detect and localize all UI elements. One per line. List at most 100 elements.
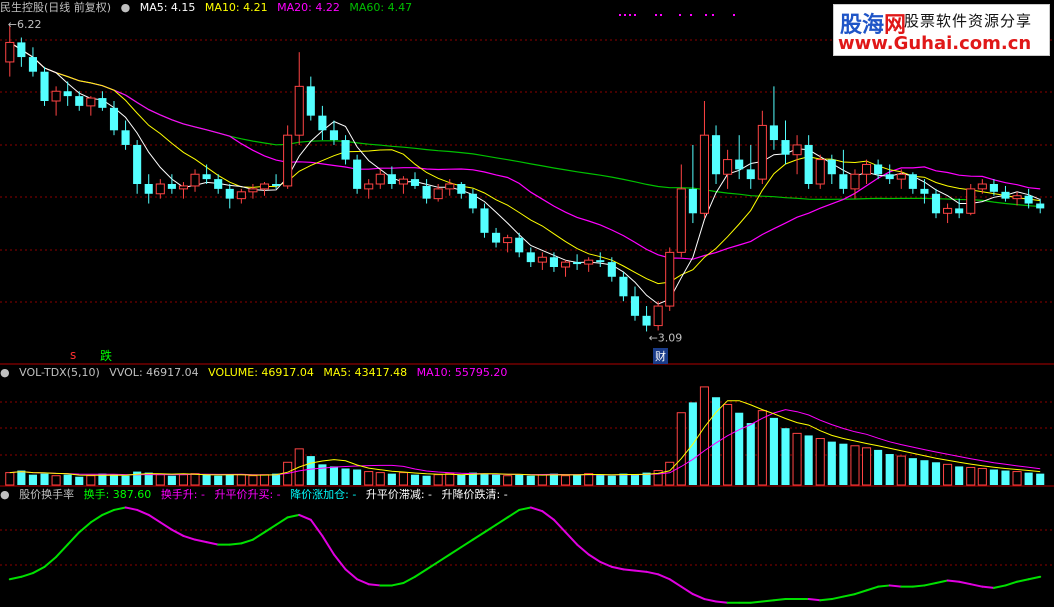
candle-body — [861, 163, 872, 175]
turnover-line-segment — [529, 506, 544, 513]
candle-body — [40, 71, 49, 101]
volume-panel-header: ● VOL-TDX(5,10) VVOL: 46917.04 VOLUME: 4… — [0, 365, 513, 381]
volume-bar — [955, 466, 964, 485]
volume-bar — [410, 474, 420, 485]
volume-bar — [503, 475, 513, 486]
site-logo[interactable]: 股海网 股票软件资源分享 www.Guhai.com.cn — [833, 4, 1050, 56]
candle-body — [248, 188, 258, 193]
candle-body — [630, 296, 640, 316]
candle-body — [874, 164, 883, 175]
turnover-line-segment — [969, 583, 984, 588]
turnover-line-segment — [483, 523, 498, 534]
turnover-line-segment — [668, 578, 683, 588]
candle-body — [896, 173, 906, 180]
turnover-line-segment — [622, 568, 636, 572]
turnover-line-segment — [136, 508, 150, 516]
volume-panel-title[interactable]: VOL-TDX(5,10) — [19, 366, 100, 379]
settings-circle-icon[interactable]: ● — [0, 488, 10, 501]
volume-bar — [769, 417, 778, 485]
signal-dot — [690, 14, 692, 16]
turnover-line-segment — [275, 516, 289, 526]
candle-body — [885, 174, 894, 180]
candle-body — [839, 174, 848, 189]
volume-bar — [121, 475, 130, 485]
volume-bar — [398, 472, 408, 486]
turnover-panel-title[interactable]: 股价换手率 — [19, 488, 74, 501]
turnover-line-segment — [657, 573, 671, 581]
turnover-line-segment — [506, 508, 521, 519]
turnover-line-segment — [691, 593, 706, 601]
turnover-line-segment — [205, 541, 220, 546]
volume-bar — [827, 441, 836, 485]
volume-bar — [699, 386, 710, 486]
candle-body — [433, 188, 443, 200]
signal-dot — [619, 14, 621, 16]
volume-bar — [202, 474, 211, 485]
volume-bar — [630, 474, 640, 485]
volume-bar — [839, 443, 848, 485]
volume-bar — [896, 455, 906, 486]
volume-bar — [214, 475, 223, 485]
turnover-line-segment — [390, 581, 405, 587]
candle-body — [75, 96, 84, 106]
turnover-line-segment — [228, 542, 243, 546]
volume-bar — [874, 449, 883, 485]
volume-bar — [480, 473, 489, 485]
turnover-line-segment — [414, 568, 428, 578]
turnover-line-segment — [981, 585, 995, 589]
rise-stall-legend: 升平价滞减: - — [365, 488, 432, 501]
turnover-line-segment — [1004, 580, 1019, 587]
candle-body — [294, 85, 304, 136]
volume-legend: VOLUME: 46917.04 — [208, 366, 314, 379]
volume-ma10-line — [9, 409, 1041, 476]
volume-bar — [272, 473, 281, 485]
candle-body — [283, 134, 293, 187]
chart-canvas[interactable]: ←6.22 ←3.09 — [0, 0, 1054, 607]
turnover-line-segment — [1027, 575, 1042, 581]
settings-circle-icon[interactable]: ● — [121, 1, 131, 14]
candle-body — [17, 42, 26, 58]
candle-body — [549, 257, 558, 267]
turnover-line-segment — [772, 598, 787, 602]
turnover-line-segment — [356, 578, 370, 586]
volume-bar — [596, 474, 605, 485]
volume-bar — [815, 438, 825, 486]
candle-body — [492, 232, 501, 243]
fall-add-legend: 降价涨加仓: - — [290, 488, 357, 501]
candle-body — [503, 237, 513, 244]
candle-body — [329, 130, 339, 141]
turnover-panel-header: ● 股价换手率 换手: 387.60 换手升: - 升平价升买: - 降价涨加仓… — [0, 487, 514, 503]
candle-body — [526, 252, 535, 263]
turnover-line-segment — [715, 600, 729, 604]
volume-bar — [433, 474, 443, 486]
turnover-line-segment — [761, 599, 775, 603]
volume-bar — [40, 473, 49, 485]
price-panel-title[interactable]: 民生控股(日线 前复权) — [0, 1, 111, 14]
signal-dot — [655, 14, 657, 16]
volume-bar — [387, 473, 396, 485]
signal-dot — [705, 14, 707, 16]
volume-bar — [306, 456, 315, 485]
candle-body — [596, 260, 605, 263]
candle-body — [515, 237, 524, 253]
turnover-line-segment — [101, 508, 115, 516]
rise-buy-legend: 升平价升买: - — [214, 488, 281, 501]
candle-body — [364, 183, 374, 190]
signal-dot — [624, 14, 626, 16]
settings-circle-icon[interactable]: ● — [0, 366, 10, 379]
volume-bar — [804, 435, 813, 485]
ma20-line — [9, 41, 1041, 260]
candle-body — [144, 184, 153, 194]
turnover-line-segment — [587, 553, 602, 563]
candle-body — [642, 315, 651, 326]
volume-bar — [155, 474, 165, 486]
candle-body — [757, 124, 767, 180]
volume-bar — [109, 474, 119, 485]
vvol-legend: VVOL: 46917.04 — [109, 366, 199, 379]
turnover-line-segment — [703, 598, 718, 603]
candle-body — [711, 135, 721, 175]
turnover-line-segment — [332, 553, 347, 571]
turnover-line-segment — [344, 568, 359, 581]
turnover-line-segment — [877, 584, 891, 588]
volume-bar — [560, 475, 571, 486]
